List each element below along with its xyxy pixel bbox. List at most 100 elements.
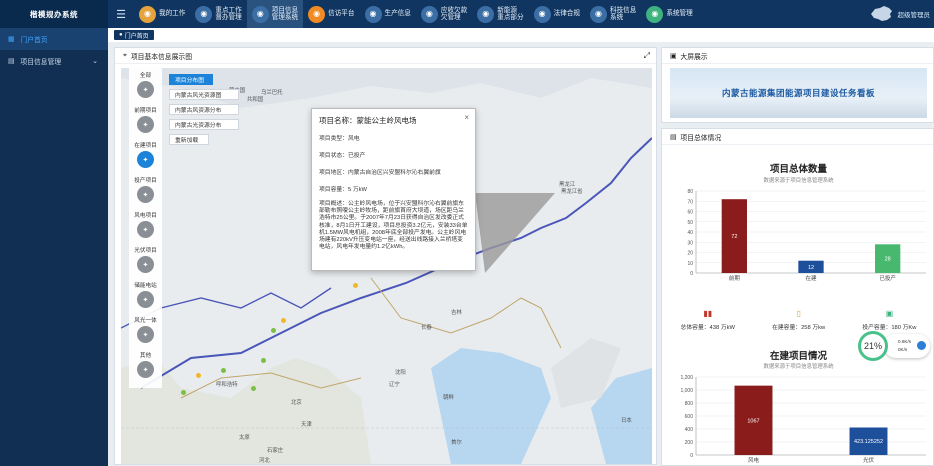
nav-item-label: 生产信息 bbox=[384, 10, 411, 18]
data-label: 72 bbox=[731, 234, 737, 240]
dashboard-banner[interactable]: 内蒙古能源集团能源项目建设任务看板 bbox=[670, 68, 927, 118]
map-label: 沈阳 bbox=[395, 370, 406, 376]
layer-project-distribution[interactable]: 项目分布图 bbox=[169, 74, 213, 85]
location-pin-icon: ⌖ bbox=[123, 51, 127, 59]
petition-icon: ◉ bbox=[308, 5, 326, 23]
nav-item-9[interactable]: ◉ 系统管理 bbox=[641, 0, 697, 28]
map-view[interactable]: 蒙古国 乌兰巴托 共和国 黑龙江 黑龙江省 长春 吉林 沈阳 辽宁 呼和浩特 北… bbox=[121, 68, 652, 464]
map-label: 长春 bbox=[421, 325, 432, 331]
y-tick-label: 40 bbox=[687, 230, 693, 236]
nav-item-4[interactable]: ◉ 生产信息 bbox=[360, 0, 416, 28]
project-pin[interactable] bbox=[353, 283, 358, 288]
data-label: 28 bbox=[885, 257, 891, 263]
reload-button[interactable]: 重新加载 bbox=[169, 134, 209, 145]
map-label: 吉林 bbox=[451, 310, 462, 316]
wind-icon: ✦ bbox=[136, 221, 154, 238]
legend-item[interactable]: 风电项目 ✦ bbox=[134, 211, 157, 246]
layer-solar-resource[interactable]: 内蒙古光资源分布 bbox=[169, 119, 239, 130]
legend-item[interactable]: 其他 ✦ bbox=[137, 351, 154, 386]
building-icon: ✦ bbox=[136, 151, 154, 168]
legend-item[interactable]: 风光一体 ✦ bbox=[134, 316, 157, 351]
main-nav: ◉ 我的工作 ◉ 重点工作 督办管理 ◉ 项目信息 管理系统 ◉ 信访平台 ◉ 生产信息 ◉ 应收欠款… bbox=[134, 0, 698, 28]
china-map-icon bbox=[870, 6, 892, 21]
legend-item[interactable]: 光伏项目 ✦ bbox=[134, 246, 157, 281]
chart2-title: 在建项目情况 bbox=[769, 351, 827, 362]
check-clipboard-icon: ▣ bbox=[885, 309, 894, 318]
capacity-stats: ▮▮ 总体容量：438 万kW ▯ 在建容量：258 万kw ▣ 投产容量：18… bbox=[662, 309, 934, 331]
hybrid-icon: ✦ bbox=[136, 326, 154, 343]
popup-description: 项目概述：公主岭风电场，位于兴安盟科尔沁右翼前旗东部勒布照嗄公主岭牧场，距前旗首… bbox=[319, 201, 468, 251]
screen-panel-title: 大屏展示 bbox=[680, 53, 708, 61]
project-pin[interactable] bbox=[261, 358, 266, 363]
y-tick-label: 50 bbox=[687, 220, 693, 226]
project-pin[interactable] bbox=[181, 390, 186, 395]
user-area[interactable]: 超级管理员 bbox=[868, 0, 931, 28]
summary-icon: ▤ bbox=[670, 133, 677, 141]
map-label: 河北 bbox=[259, 458, 270, 464]
clipboard-icon: ▯ bbox=[796, 309, 801, 318]
operating-capacity-stat: ▣ 投产容量：180 万Kw bbox=[862, 309, 916, 331]
menu-toggle-icon[interactable]: ☰ bbox=[108, 8, 134, 21]
project-pin[interactable] bbox=[196, 373, 201, 378]
x-tick-label: 风电 bbox=[748, 456, 760, 464]
map-label: 朝鲜 bbox=[443, 395, 454, 401]
operating-icon: ✦ bbox=[136, 186, 154, 203]
nav-item-label: 项目信息 管理系统 bbox=[271, 6, 299, 22]
project-pin[interactable] bbox=[271, 328, 276, 333]
legend-item[interactable]: 前期项目 ✦ bbox=[134, 106, 157, 141]
x-tick-label: 在建 bbox=[805, 274, 817, 282]
legend-item[interactable]: 储能电站 ✦ bbox=[134, 281, 157, 316]
receivable-icon: ◉ bbox=[420, 5, 438, 23]
fullscreen-icon[interactable]: ⤢ bbox=[644, 51, 650, 61]
tab-portal[interactable]: ● 门户首页 bbox=[114, 30, 154, 40]
sidebar-item-label: 项目信息管理 bbox=[20, 59, 62, 66]
legend-label: 其他 bbox=[139, 353, 152, 359]
nav-item-0[interactable]: ◉ 我的工作 bbox=[134, 0, 190, 28]
project-pin[interactable] bbox=[221, 368, 226, 373]
y-tick-label: 0 bbox=[690, 453, 693, 459]
legend-item[interactable]: 投产项目 ✦ bbox=[134, 176, 157, 211]
layer-menu: 项目分布图 内蒙古风光资源图 内蒙古风资源分布 内蒙古光资源分布 重新加载 bbox=[169, 74, 239, 149]
screen-display-panel: ▣ 大屏展示 内蒙古能源集团能源项目建设任务看板 bbox=[661, 47, 934, 123]
app-title: 楷模规办系统 bbox=[0, 0, 108, 28]
popup-capacity: 项目容量：5 万kW bbox=[319, 187, 367, 193]
legend-item[interactable]: 在建项目 ✦ bbox=[134, 141, 157, 176]
map-label: 日本 bbox=[621, 418, 632, 424]
y-tick-label: 600 bbox=[685, 414, 694, 420]
popup-title: 项目名称：蒙能公主岭风电场 bbox=[319, 116, 417, 125]
popup-pointer bbox=[475, 193, 555, 273]
project-info-popup: × 项目名称：蒙能公主岭风电场 项目类型：风电 项目状态：已投产 项目地区：内蒙… bbox=[311, 108, 476, 271]
user-name: 超级管理员 bbox=[897, 12, 931, 19]
sidebar-item-portal[interactable]: ▦ 门户首页 bbox=[0, 28, 108, 50]
nav-item-7[interactable]: ◉ 法律合规 bbox=[529, 0, 585, 28]
layer-wind-solar-resource[interactable]: 内蒙古风光资源图 bbox=[169, 89, 239, 100]
nav-item-2[interactable]: ◉ 项目信息 管理系统 bbox=[246, 0, 304, 28]
map-label: 辽宁 bbox=[389, 382, 400, 388]
nav-item-6[interactable]: ◉ 新能源 重点部分 bbox=[472, 0, 528, 28]
nav-item-3[interactable]: ◉ 信访平台 bbox=[303, 0, 359, 28]
layer-wind-resource[interactable]: 内蒙古风资源分布 bbox=[169, 104, 239, 115]
project-pin[interactable] bbox=[281, 318, 286, 323]
dot-icon: ● bbox=[119, 32, 123, 38]
y-tick-label: 1,200 bbox=[680, 375, 693, 381]
tech-icon: ◉ bbox=[590, 5, 607, 23]
legend-item[interactable]: 全部 ✦ bbox=[137, 71, 154, 106]
close-icon[interactable]: × bbox=[464, 113, 469, 122]
nav-item-label: 科技信息 系统 bbox=[610, 6, 637, 22]
y-tick-label: 80 bbox=[687, 189, 693, 195]
map-panel-title: 项目基本信息展示图 bbox=[130, 53, 192, 61]
sidebar-item-project-management[interactable]: ▤ 项目信息管理 ⌄ bbox=[0, 50, 108, 72]
gear-icon: ◉ bbox=[646, 5, 664, 23]
nav-item-1[interactable]: ◉ 重点工作 督办管理 bbox=[190, 0, 246, 28]
project-pin[interactable] bbox=[251, 386, 256, 391]
x-tick-label: 已投产 bbox=[879, 274, 896, 282]
nav-item-5[interactable]: ◉ 应收欠款 欠管理 bbox=[416, 0, 472, 28]
work-icon: ◉ bbox=[139, 5, 156, 23]
legend-label: 在建项目 bbox=[134, 143, 157, 149]
solar-icon: ✦ bbox=[136, 256, 154, 273]
nav-item-label: 应收欠款 欠管理 bbox=[440, 6, 468, 22]
data-label: 1067 bbox=[747, 418, 759, 424]
nav-item-8[interactable]: ◉ 科技信息 系统 bbox=[585, 0, 641, 28]
nav-item-label: 信访平台 bbox=[328, 10, 355, 18]
tab-strip: ● 门户首页 bbox=[108, 28, 934, 42]
